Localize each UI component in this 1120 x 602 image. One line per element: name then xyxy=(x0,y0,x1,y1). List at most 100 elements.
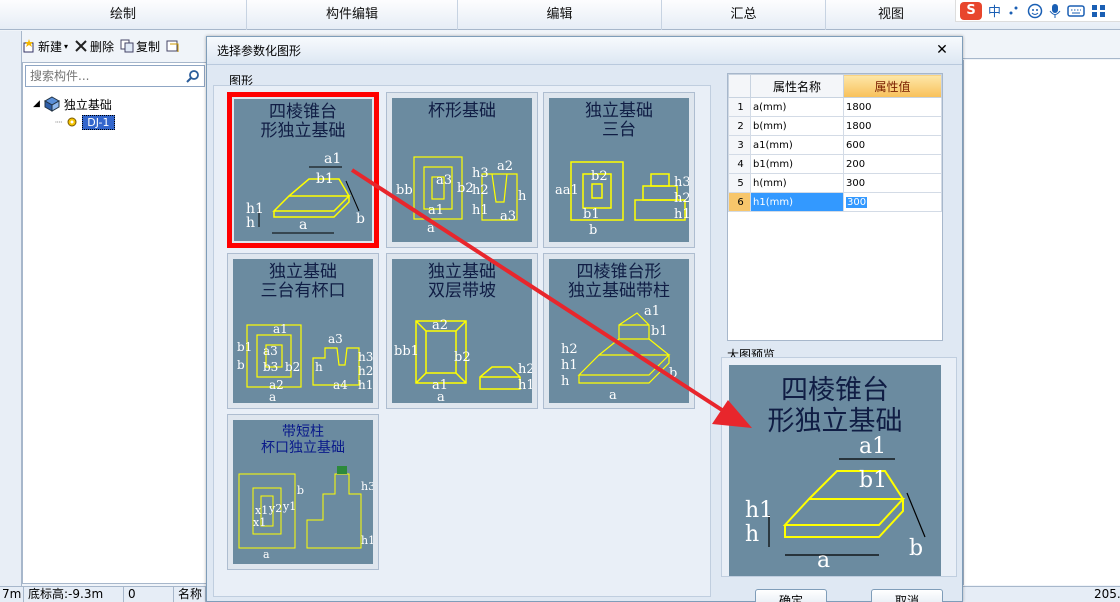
shape-thumbnail: 带短柱 杯口独立基础 x1x1y2y1bah3h1h2 xyxy=(233,420,373,564)
svg-text:a1: a1 xyxy=(428,203,444,218)
table-row[interactable]: 1 a(mm) 1800 xyxy=(728,97,942,117)
double-slope-drawing-icon: bb1a2b2a1ah2h1 xyxy=(394,318,532,403)
ok-button[interactable]: 确定 xyxy=(755,589,827,602)
svg-text:h3: h3 xyxy=(472,166,489,181)
table-header-row: 属性名称 属性值 xyxy=(728,74,942,98)
property-value[interactable]: 200 xyxy=(843,154,942,174)
svg-text:b2: b2 xyxy=(591,169,608,184)
shape-tile-short-column-cup[interactable]: 带短柱 杯口独立基础 x1x1y2y1bah3h1h2 xyxy=(227,414,379,570)
table-row[interactable]: 4 b1(mm) 200 xyxy=(728,154,942,174)
property-name: a1(mm) xyxy=(750,135,844,155)
drawing-canvas[interactable] xyxy=(963,60,1120,585)
tab-component-edit[interactable]: 构件编辑 xyxy=(247,0,458,30)
property-value[interactable]: 600 xyxy=(843,135,942,155)
property-value-editing[interactable]: 300 xyxy=(843,192,942,212)
microphone-icon[interactable] xyxy=(1049,3,1061,19)
left-dock-strip xyxy=(0,31,22,586)
ime-logo-icon: S xyxy=(960,1,982,20)
svg-text:h1: h1 xyxy=(358,378,373,392)
shape-tile-three-step[interactable]: 独立基础 三台 aa1 b2 b1 b h3 h2 h1 xyxy=(543,92,695,248)
smiley-icon[interactable] xyxy=(1027,3,1043,19)
cancel-button[interactable]: 取消 xyxy=(871,589,943,602)
copy-button[interactable]: 复制 xyxy=(120,38,160,55)
svg-text:a3: a3 xyxy=(436,173,452,188)
search-icon[interactable] xyxy=(186,69,200,83)
grid-icon[interactable] xyxy=(1091,4,1107,18)
svg-text:b1: b1 xyxy=(859,468,887,493)
table-row[interactable]: 5 h(mm) 300 xyxy=(728,173,942,193)
property-name: b(mm) xyxy=(750,116,844,136)
shape-tile-three-step-cup[interactable]: 独立基础 三台有杯口 a1 b1 b a3 b3 b2 a2 a a3 h a4 h3 h2 h1 xyxy=(227,253,379,409)
svg-text:h: h xyxy=(315,360,323,374)
table-row-selected[interactable]: 6 h1(mm) 300 xyxy=(728,192,942,212)
shape-thumbnail: 独立基础 双层带坡 bb1 a2 b2 a1 a h2 h1 xyxy=(392,259,532,403)
gear-icon xyxy=(67,117,77,127)
svg-text:h: h xyxy=(246,215,255,231)
search-box xyxy=(25,65,205,87)
ime-toolbar[interactable]: S 中 xyxy=(955,0,1120,22)
status-cell-1: 7m xyxy=(0,587,24,602)
three-step-cup-drawing-icon: a1b1ba3b3 b2a2aa3ha4h3h2h1 xyxy=(237,322,373,403)
svg-text:b1: b1 xyxy=(651,324,668,339)
property-value[interactable]: 300 xyxy=(843,173,942,193)
svg-text:b: b xyxy=(669,366,677,381)
svg-text:b: b xyxy=(356,211,365,227)
tree-child-label: DJ-1 xyxy=(82,114,115,130)
shape-tile-double-slope[interactable]: 独立基础 双层带坡 bb1 a2 b2 a1 a h2 h1 xyxy=(386,253,538,409)
tile-title: 四棱锥台 形独立基础 xyxy=(260,102,346,141)
tab-edit[interactable]: 编辑 xyxy=(458,0,662,30)
svg-text:h: h xyxy=(518,189,527,204)
keyboard-icon[interactable] xyxy=(1067,4,1085,18)
svg-text:a2: a2 xyxy=(497,159,513,174)
svg-text:h1h2: h1h2 xyxy=(361,534,373,547)
svg-text:h2: h2 xyxy=(472,183,489,198)
svg-text:h: h xyxy=(561,374,570,389)
status-cell-3: 0 xyxy=(126,587,174,602)
shape-tile-pyramid-frustum[interactable]: 四棱锥台 形独立基础 a a1 b1 h1 h b xyxy=(227,92,379,248)
table-row[interactable]: 3 a1(mm) 600 xyxy=(728,135,942,155)
ime-lang[interactable]: 中 xyxy=(988,1,1001,20)
table-row[interactable]: 2 b(mm) 1800 xyxy=(728,116,942,136)
punct-icon[interactable] xyxy=(1007,4,1021,18)
tab-summary[interactable]: 汇总 xyxy=(662,0,826,30)
svg-text:b1: b1 xyxy=(237,340,252,354)
tab-view[interactable]: 视图 xyxy=(826,0,956,30)
property-name: h1(mm) xyxy=(750,192,844,212)
parametric-shape-dialog: 选择参数化图形 ✕ 图形 四棱锥台 形独立基础 a a1 b1 h1 h b 杯形基础 b… xyxy=(206,36,963,602)
shape-tile-frustum-with-column[interactable]: 四棱锥台形 独立基础带柱 a1 b1 h2 h1 h b a xyxy=(543,253,695,409)
collapse-icon[interactable]: ◢ xyxy=(33,99,40,109)
tree-node-root[interactable]: ◢ 独立基础 xyxy=(33,95,115,113)
shape-thumbnail: 杯形基础 bb a3 b2 a1 a h3 h2 h1 a2 a3 h xyxy=(392,98,532,242)
delete-button[interactable]: 删除 xyxy=(74,38,114,55)
svg-text:y2: y2 xyxy=(268,502,282,515)
tree-node-child[interactable]: ┈ DJ-1 xyxy=(55,113,115,131)
property-table: 属性名称 属性值 1 a(mm) 1800 2 b(mm) 1800 3 a1(… xyxy=(728,74,942,212)
svg-text:h3: h3 xyxy=(358,350,373,364)
property-value[interactable]: 1800 xyxy=(843,97,942,117)
preview-image: 四棱锥台 形独立基础 a a1 b1 h1 h b xyxy=(729,365,941,576)
delete-icon xyxy=(75,40,87,52)
svg-text:h1: h1 xyxy=(561,358,578,373)
svg-text:b: b xyxy=(297,484,304,497)
right-toolbar-area xyxy=(963,33,1120,59)
svg-text:y1: y1 xyxy=(282,500,296,513)
shape-tile-cup-foundation[interactable]: 杯形基础 bb a3 b2 a1 a h3 h2 h1 a2 a3 h xyxy=(386,92,538,248)
row-number: 6 xyxy=(728,192,751,212)
shape-thumbnail: 独立基础 三台 aa1 b2 b1 b h3 h2 h1 xyxy=(549,98,689,242)
svg-text:a4: a4 xyxy=(333,378,348,392)
property-value-header: 属性值 xyxy=(843,74,942,98)
close-icon[interactable]: ✕ xyxy=(934,43,950,59)
layer-icon[interactable] xyxy=(166,39,180,53)
svg-text:h3: h3 xyxy=(361,480,373,493)
row-number: 5 xyxy=(728,173,751,193)
tab-draw[interactable]: 绘制 xyxy=(0,0,247,30)
svg-text:b1: b1 xyxy=(316,171,334,187)
preview-group: 四棱锥台 形独立基础 a a1 b1 h1 h b xyxy=(721,357,957,577)
new-label: 新建 xyxy=(38,39,63,54)
svg-text:b3: b3 xyxy=(263,360,278,374)
search-input[interactable] xyxy=(26,66,176,86)
new-button[interactable]: 新建 ▾ xyxy=(22,38,68,55)
tile-title: 四棱锥台形 独立基础带柱 xyxy=(568,262,670,301)
property-value-text[interactable]: 300 xyxy=(846,196,868,208)
property-value[interactable]: 1800 xyxy=(843,116,942,136)
